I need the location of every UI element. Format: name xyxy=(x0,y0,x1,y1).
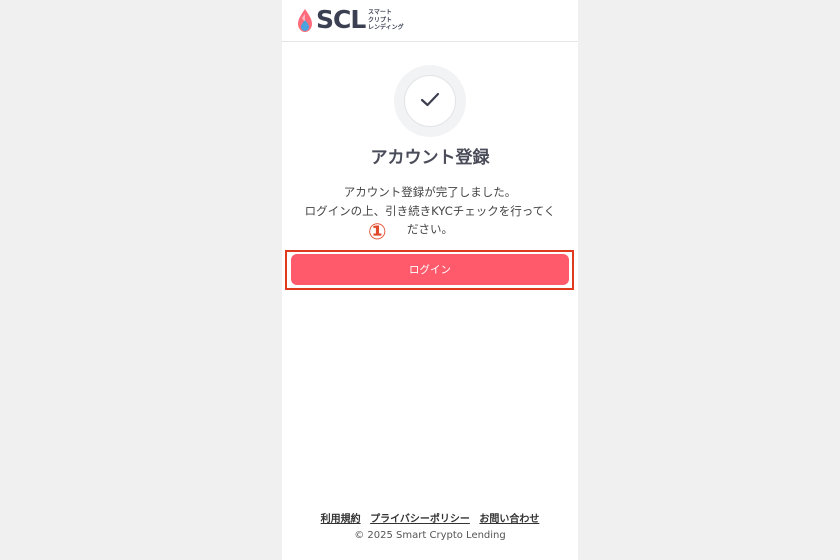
copyright: © 2025 Smart Crypto Lending xyxy=(354,530,506,541)
logo[interactable]: SCL スマート クリプト レンディング xyxy=(296,5,416,34)
page-title: アカウント登録 xyxy=(370,148,490,168)
privacy-policy-link[interactable]: プライバシーポリシー xyxy=(370,514,470,525)
completion-message: アカウント登録が完了しました。 ログインの上、引き続きKYCチェックを行ってく … xyxy=(286,183,574,239)
checkmark-icon xyxy=(420,92,440,107)
footer-links: 利用規約 プライバシーポリシー お問い合わせ xyxy=(282,510,578,525)
success-badge-inner xyxy=(404,75,456,127)
droplet-logo-icon xyxy=(298,9,312,32)
app-header: SCL スマート クリプト レンディング xyxy=(282,0,578,42)
step-number-annotation: ① xyxy=(368,220,387,245)
terms-link[interactable]: 利用規約 xyxy=(321,514,361,525)
message-line: ださい。 xyxy=(407,222,453,236)
message-line: ログインの上、引き続きKYCチェックを行ってく xyxy=(304,203,556,218)
contact-link[interactable]: お問い合わせ xyxy=(479,514,539,525)
login-button[interactable]: ログイン xyxy=(291,254,569,285)
success-badge xyxy=(394,65,466,137)
logo-subtitle: スマート クリプト レンディング xyxy=(368,9,404,32)
logo-text: SCL xyxy=(316,5,366,34)
logo-sub-line: レンディング xyxy=(368,24,404,31)
logo-sub-line: スマート xyxy=(368,9,392,16)
logo-sub-line: クリプト xyxy=(368,16,393,24)
message-line: アカウント登録が完了しました。 xyxy=(343,185,517,199)
